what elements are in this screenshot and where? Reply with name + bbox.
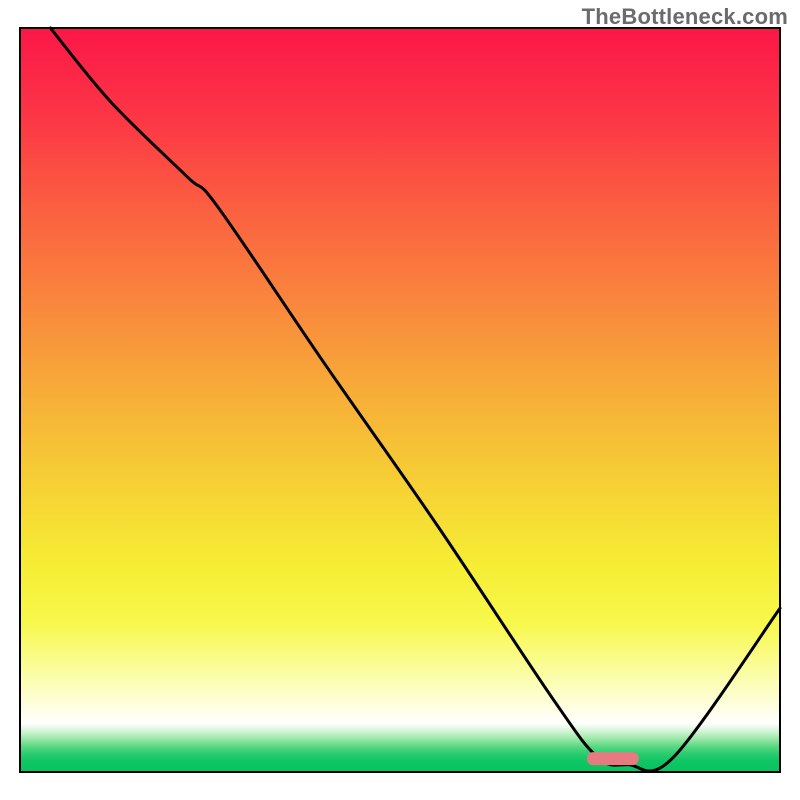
optimal-marker: [587, 752, 639, 765]
watermark-label: TheBottleneck.com: [582, 4, 788, 30]
chart-svg: [0, 0, 800, 800]
plot-background: [20, 28, 780, 772]
plot-area: [20, 28, 780, 772]
chart-container: TheBottleneck.com: [0, 0, 800, 800]
